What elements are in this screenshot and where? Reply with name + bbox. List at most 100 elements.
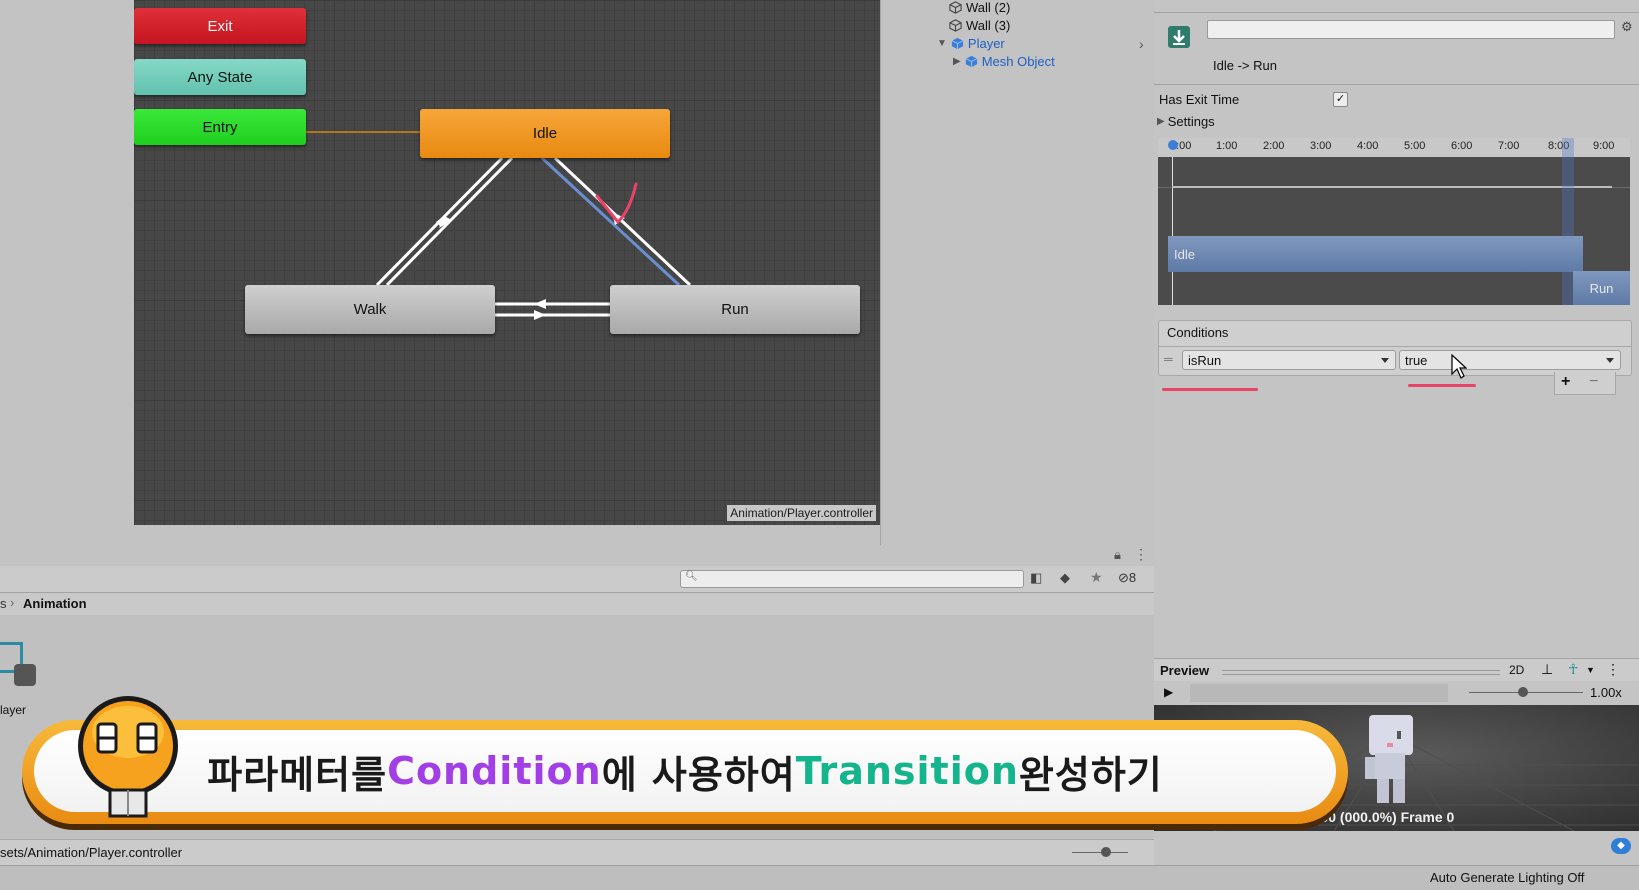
settings-foldout[interactable]: ▶ Settings <box>1157 114 1215 129</box>
chevron-right-icon[interactable]: › <box>1139 36 1144 52</box>
subtitle-banner: 파라메터를 Condition 에 사용하여 Transition 완성하기 <box>22 720 1348 824</box>
preview-label: Preview <box>1160 663 1210 678</box>
drag-handle-icon[interactable]: ═ <box>1164 352 1173 366</box>
tag-icon[interactable]: ◆ <box>1611 838 1631 854</box>
expand-arrow-icon[interactable]: ▼ <box>937 38 947 49</box>
playhead-line <box>1172 157 1173 305</box>
preview-drag-bar[interactable] <box>1222 670 1500 675</box>
left-panel-strip <box>0 0 134 545</box>
underline-annotation <box>1162 388 1258 391</box>
avatar-icon[interactable]: ☥ <box>1568 661 1578 678</box>
speed-value: 1.00x <box>1590 685 1622 700</box>
chevron-down-icon <box>1606 358 1614 363</box>
pivot-icon[interactable]: ⊥ <box>1541 661 1553 678</box>
idle-clip-bar[interactable]: Idle <box>1168 236 1583 272</box>
run-clip-bar[interactable]: Run <box>1573 271 1630 305</box>
timeline-tick: 2:00 <box>1263 140 1285 152</box>
conditions-header: Conditions <box>1167 325 1229 340</box>
hierarchy-item[interactable]: Wall (3) <box>949 18 1010 33</box>
state-any-state[interactable]: Any State <box>134 59 306 95</box>
prefab-cube-icon <box>951 37 964 50</box>
status-bar: Auto Generate Lighting Off <box>0 865 1639 890</box>
graph-footer <box>134 525 880 545</box>
hierarchy-panel: Wall (2) Wall (3) ▼ Player › ▶ Mesh Obje… <box>880 0 1156 545</box>
speed-slider-thumb[interactable] <box>1518 687 1528 697</box>
filter-type-icon[interactable]: ◧ <box>1030 570 1042 586</box>
breadcrumb-current[interactable]: Animation <box>23 596 87 611</box>
divider <box>1154 12 1639 13</box>
search-input[interactable]: 🔍︎ <box>680 570 1024 588</box>
state-entry[interactable]: Entry <box>134 109 306 145</box>
conditions-list: Conditions ═ isRun true <box>1158 320 1632 376</box>
add-condition-button[interactable]: + <box>1561 373 1570 391</box>
dropdown-value: isRun <box>1188 352 1222 368</box>
state-label: Entry <box>202 118 238 136</box>
condition-parameter-dropdown[interactable]: isRun <box>1182 350 1396 370</box>
subtitle-keyword-condition: Condition <box>387 749 602 793</box>
mascot-icon <box>78 696 178 818</box>
state-label: Run <box>721 301 749 318</box>
state-walk[interactable]: Walk <box>245 285 495 334</box>
preview-2d-button[interactable]: 2D <box>1509 663 1524 677</box>
hierarchy-item-label: Wall (2) <box>966 0 1011 15</box>
foldout-arrow-icon: ▶ <box>1157 116 1165 127</box>
has-exit-time-checkbox[interactable]: ✓ <box>1333 92 1348 107</box>
timeline-tick: 4:00 <box>1357 140 1379 152</box>
run-idle-transition[interactable] <box>553 156 692 287</box>
more-options-icon[interactable]: ⋮ <box>1134 546 1148 563</box>
remove-condition-button[interactable]: − <box>1589 373 1598 391</box>
asset-label: layer <box>0 703 27 717</box>
state-label: Exit <box>207 17 233 35</box>
transition-timeline[interactable]: 0:00 1:00 2:00 3:00 4:00 5:00 6:00 7:00 … <box>1158 138 1630 305</box>
hierarchy-item-player[interactable]: ▼ Player <box>937 36 1005 51</box>
lighting-status: Auto Generate Lighting Off <box>1430 870 1585 885</box>
idle-run-transition-selected[interactable] <box>540 156 681 287</box>
divider <box>1159 346 1631 347</box>
icon-size-slider[interactable] <box>1072 852 1128 853</box>
prefab-cube-icon <box>965 55 977 68</box>
playhead-marker[interactable] <box>1168 140 1178 150</box>
timeline-ruler: 0:00 1:00 2:00 3:00 4:00 5:00 6:00 7:00 … <box>1158 138 1630 157</box>
subtitle-text: 에 사용하여 <box>601 752 796 797</box>
eye-slash-icon: ⊘ <box>1118 570 1129 585</box>
condition-value-dropdown[interactable]: true <box>1399 350 1621 370</box>
preview-controls: ▶ 1.00x <box>1154 681 1639 705</box>
divider <box>1154 84 1639 85</box>
transition-name-field[interactable] <box>1207 20 1615 39</box>
state-exit[interactable]: Exit <box>134 8 306 44</box>
has-exit-time-label: Has Exit Time <box>1159 92 1240 107</box>
collapsed-arrow-icon[interactable]: ▶ <box>953 56 961 67</box>
hierarchy-item[interactable]: Wall (2) <box>949 0 1010 15</box>
state-idle[interactable]: Idle <box>420 109 670 158</box>
animator-controller-icon[interactable] <box>0 640 40 690</box>
underline-annotation <box>1408 384 1476 387</box>
mouse-cursor-icon <box>1451 354 1467 379</box>
hierarchy-item-mesh-object[interactable]: ▶ Mesh Object <box>953 54 1055 69</box>
cube-outline-icon <box>949 1 962 14</box>
state-run[interactable]: Run <box>610 285 860 334</box>
more-options-icon[interactable]: ⋮ <box>1606 661 1620 678</box>
lock-icon[interactable]: 🔒︎ <box>1114 547 1121 563</box>
subtitle-keyword-transition: Transition <box>795 749 1019 793</box>
transition-title: Idle -> Run <box>1213 58 1277 73</box>
condition-add-remove: + − <box>1554 372 1616 395</box>
chevron-down-icon[interactable]: ▼ <box>1586 665 1595 675</box>
preview-timeline[interactable] <box>1190 684 1448 702</box>
selected-asset-path: sets/Animation/Player.controller <box>0 845 183 860</box>
project-search-bar: 🔍︎ ◧ ◆ ★ ⊘8 <box>0 566 1154 593</box>
favorite-star-icon[interactable]: ★ <box>1090 569 1103 586</box>
timeline-tick: 3:00 <box>1310 140 1332 152</box>
character-model <box>1365 715 1413 803</box>
gear-icon[interactable]: ⚙ <box>1621 19 1633 35</box>
controller-path-label: Animation/Player.controller <box>727 505 876 521</box>
hidden-packages-toggle[interactable]: ⊘8 <box>1118 570 1136 586</box>
label-icon[interactable]: ◆ <box>1060 570 1070 586</box>
timeline-tick: 5:00 <box>1404 140 1426 152</box>
preview-header: Preview 2D ⊥ ☥ ▼ ⋮ <box>1154 658 1639 682</box>
icon-size-slider-thumb[interactable] <box>1101 847 1111 857</box>
animator-graph[interactable]: Exit Any State Entry Idle Walk Run Anima… <box>134 0 880 525</box>
breadcrumb-item[interactable]: s <box>0 596 7 611</box>
state-label: Any State <box>187 68 253 86</box>
state-label: Idle <box>532 125 558 142</box>
play-icon[interactable]: ▶ <box>1164 685 1173 699</box>
